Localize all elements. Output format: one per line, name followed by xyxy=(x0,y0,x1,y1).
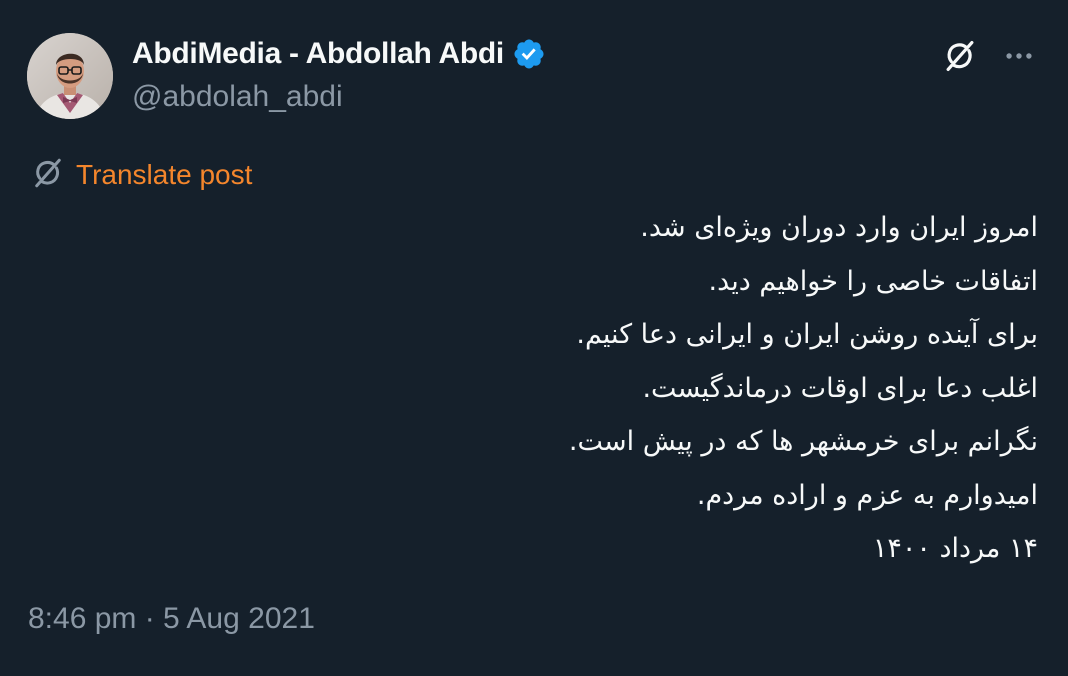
author-handle[interactable]: @abdolah_abdi xyxy=(132,80,343,114)
avatar-image xyxy=(27,33,113,119)
author-display-name[interactable]: AbdiMedia - Abdollah Abdi xyxy=(132,37,504,71)
tweet-card: AbdiMedia - Abdollah Abdi @abdolah_abdi xyxy=(0,0,1068,676)
post-line: اتفاقات خاصی را خواهیم دید. xyxy=(708,265,1038,297)
verified-badge-icon[interactable] xyxy=(512,37,546,71)
translate-post-label[interactable]: Translate post xyxy=(76,159,252,191)
post-line: ۱۴ مرداد ۱۴۰۰ xyxy=(872,533,1038,564)
more-horizontal-icon[interactable] xyxy=(997,34,1041,78)
translate-icon xyxy=(30,155,66,196)
author-name-row: AbdiMedia - Abdollah Abdi xyxy=(132,34,546,74)
post-timestamp[interactable]: 8:46 pm · 5 Aug 2021 xyxy=(28,602,315,636)
translate-post-button[interactable]: Translate post xyxy=(30,155,252,195)
post-line: امیدوارم به عزم و اراده مردم. xyxy=(696,479,1038,511)
grok-icon[interactable] xyxy=(938,34,982,78)
post-line: امروز ایران وارد دوران ویژه‌ای شد. xyxy=(640,212,1038,243)
post-body: امروز ایران وارد دوران ویژه‌ای شد. اتفاق… xyxy=(338,201,1038,576)
post-line: نگرانم برای خرمشهر ها که در پیش است. xyxy=(568,426,1038,457)
post-line: اغلب دعا برای اوقات درماندگیست. xyxy=(642,372,1038,404)
post-line: برای آینده روشن ایران و ایرانی دعا کنیم. xyxy=(576,319,1038,350)
avatar[interactable] xyxy=(27,33,113,119)
